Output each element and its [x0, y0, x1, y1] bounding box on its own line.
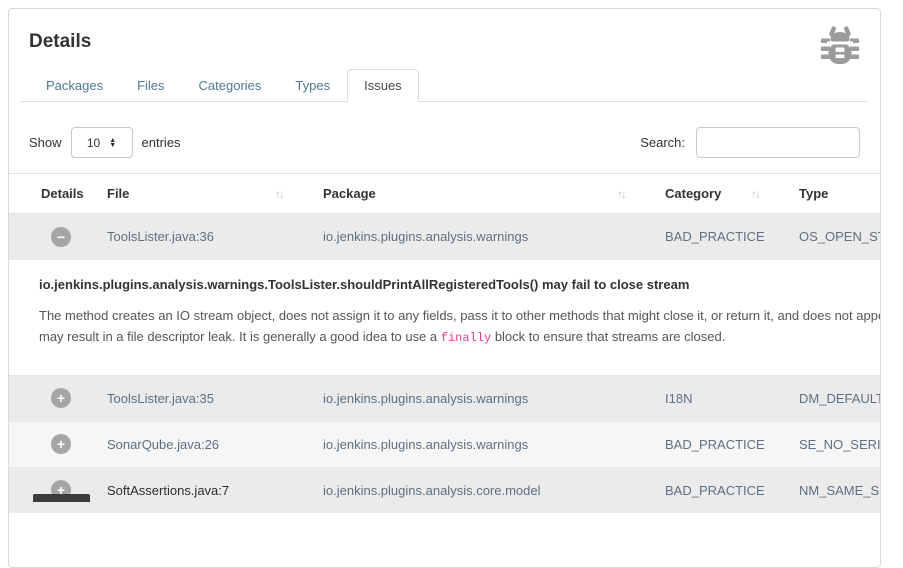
issue-detail-row: io.jenkins.plugins.analysis.warnings.Too…: [9, 260, 880, 376]
issue-detail-text: may result in a file descriptor leak. It…: [39, 326, 880, 349]
file-cell[interactable]: ToolsLister.java:36: [77, 214, 293, 260]
tab-bar: Packages Files Categories Types Issues: [21, 69, 868, 102]
type-cell: NM_SAME_SIMPLE_NAME_AS_SUPERCLASS: [769, 467, 880, 513]
sort-icon[interactable]: ↑↓: [275, 187, 283, 201]
tab-categories[interactable]: Categories: [182, 69, 279, 102]
column-header-type[interactable]: Type ↑↓: [769, 174, 880, 214]
table-row: + SoftAssertions.java:7 io.jenkins.plugi…: [9, 467, 880, 513]
file-cell[interactable]: SoftAssertions.java:7: [77, 467, 293, 513]
column-header-file[interactable]: File ↑↓: [77, 174, 293, 214]
category-cell: BAD_PRACTICE: [635, 421, 769, 467]
page-length-value: 10: [87, 136, 100, 150]
table-controls: Show 10 ▲▼ entries Search:: [21, 127, 868, 158]
page-title: Details: [29, 31, 860, 53]
type-cell: DM_DEFAULT_ENCODING: [769, 375, 880, 421]
issue-detail-text: The method creates an IO stream object, …: [39, 305, 880, 326]
select-updown-icon: ▲▼: [109, 138, 116, 148]
tab-types[interactable]: Types: [278, 69, 347, 102]
search-label: Search:: [640, 135, 685, 150]
category-cell: I18N: [635, 375, 769, 421]
file-cell[interactable]: SonarQube.java:26: [77, 421, 293, 467]
sort-icon[interactable]: ↑↓: [751, 187, 759, 201]
table-row: − ToolsLister.java:36 io.jenkins.plugins…: [9, 214, 880, 260]
link-preview-tooltip: [33, 494, 90, 502]
bug-icon: [818, 25, 862, 67]
page-length-group: Show 10 ▲▼ entries: [29, 127, 181, 158]
package-cell: io.jenkins.plugins.analysis.core.model: [293, 467, 635, 513]
issues-table: Details File ↑↓ Package ↑↓ Category ↑↓: [9, 173, 880, 513]
package-cell: io.jenkins.plugins.analysis.warnings: [293, 375, 635, 421]
tab-issues[interactable]: Issues: [347, 69, 419, 102]
column-header-category[interactable]: Category ↑↓: [635, 174, 769, 214]
package-cell: io.jenkins.plugins.analysis.warnings: [293, 421, 635, 467]
tab-files[interactable]: Files: [120, 69, 181, 102]
minus-icon: −: [57, 230, 65, 244]
show-label: Show: [29, 135, 62, 150]
column-header-details: Details: [9, 174, 77, 214]
file-cell[interactable]: ToolsLister.java:35: [77, 375, 293, 421]
table-header-row: Details File ↑↓ Package ↑↓ Category ↑↓: [9, 174, 880, 214]
page-length-select[interactable]: 10 ▲▼: [71, 127, 133, 158]
plus-icon: +: [57, 437, 65, 451]
column-header-package[interactable]: Package ↑↓: [293, 174, 635, 214]
code-token: finally: [441, 331, 491, 345]
table-row: + ToolsLister.java:35 io.jenkins.plugins…: [9, 375, 880, 421]
category-cell: BAD_PRACTICE: [635, 467, 769, 513]
issues-table-wrap: Details File ↑↓ Package ↑↓ Category ↑↓: [9, 173, 880, 513]
table-row: + SonarQube.java:26 io.jenkins.plugins.a…: [9, 421, 880, 467]
search-group: Search:: [640, 127, 860, 158]
category-cell: BAD_PRACTICE: [635, 214, 769, 260]
expand-row-button[interactable]: +: [51, 388, 71, 408]
search-input[interactable]: [696, 127, 860, 158]
type-cell: SE_NO_SERIALVERSIONID: [769, 421, 880, 467]
sort-icon[interactable]: ↑↓: [617, 187, 625, 201]
expand-row-button[interactable]: +: [51, 434, 71, 454]
collapse-row-button[interactable]: −: [51, 227, 71, 247]
details-card: Details Packages Files Categories Types …: [8, 8, 881, 568]
tab-packages[interactable]: Packages: [29, 69, 120, 102]
type-cell: OS_OPEN_STREAM: [769, 214, 880, 260]
plus-icon: +: [57, 391, 65, 405]
package-cell: io.jenkins.plugins.analysis.warnings: [293, 214, 635, 260]
entries-label: entries: [142, 135, 181, 150]
issue-detail-title: io.jenkins.plugins.analysis.warnings.Too…: [39, 277, 880, 292]
